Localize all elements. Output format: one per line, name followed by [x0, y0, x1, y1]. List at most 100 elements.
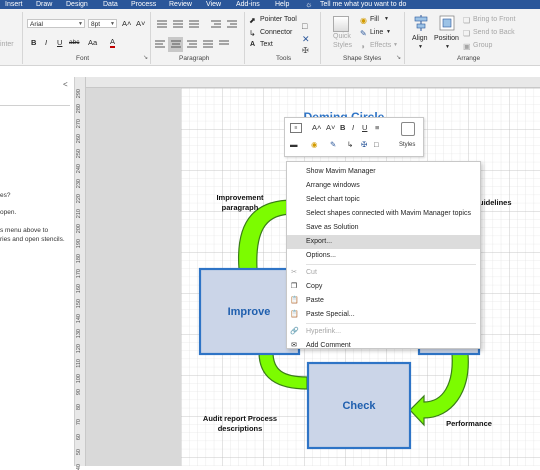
- context-menu: Show Mavim Manager Arrange windows Select …: [286, 161, 481, 349]
- connector-button[interactable]: Connector: [260, 29, 292, 36]
- ruler-number: 200: [76, 224, 82, 234]
- fill-button[interactable]: Fill: [370, 16, 379, 23]
- text-box-icon[interactable]: ≡: [290, 123, 302, 133]
- context-menu-item-add-comment[interactable]: ✉ Add Comment: [287, 339, 480, 353]
- context-menu-item-label: Select shapes connected with Mavim Manag…: [306, 210, 471, 217]
- bold-button[interactable]: B: [31, 38, 36, 47]
- context-menu-item-show-mavim-manager[interactable]: Show Mavim Manager: [287, 165, 480, 179]
- text-tool-icon: A: [250, 41, 256, 48]
- grow-font-button[interactable]: A˄: [122, 19, 131, 28]
- tab-data[interactable]: Data: [103, 0, 118, 9]
- group-button[interactable]: Group: [473, 42, 492, 49]
- paragraph-alignment-icons[interactable]: [153, 17, 241, 55]
- ribbon-tab-bar: Insert Draw Design Data Process Review V…: [0, 0, 540, 9]
- pointer-tool-button[interactable]: Pointer Tool: [260, 16, 297, 23]
- shrink-font-button[interactable]: A˅: [136, 19, 145, 28]
- line-button[interactable]: Line: [370, 29, 383, 36]
- quick-styles-label-1[interactable]: Quick: [333, 33, 351, 40]
- chevron-down-icon: ▼: [393, 42, 398, 48]
- tab-add-ins[interactable]: Add-ins: [236, 0, 260, 9]
- font-size-combo[interactable]: 8pt ▼: [88, 19, 117, 28]
- tab-draw[interactable]: Draw: [36, 0, 52, 9]
- context-menu-item-paste-special[interactable]: 📋 Paste Special...: [287, 308, 480, 322]
- group-label-arrange: Arrange: [457, 55, 481, 62]
- pane-divider: [0, 105, 70, 106]
- cut-icon: ✂: [291, 269, 297, 276]
- shape-styles-dialog-launcher-icon[interactable]: ↘: [396, 54, 401, 61]
- mini-grow-font-button[interactable]: A˄: [312, 123, 321, 132]
- ruler-number: 120: [76, 344, 82, 354]
- mini-bold-button[interactable]: B: [340, 123, 345, 132]
- paste-icon: 📋: [290, 297, 299, 304]
- tab-review[interactable]: Review: [169, 0, 192, 9]
- styles-icon[interactable]: [401, 122, 415, 136]
- align-button[interactable]: Align: [412, 35, 428, 42]
- fill-bucket-icon[interactable]: ◉: [311, 140, 318, 149]
- connection-point-icon[interactable]: ✠: [361, 140, 367, 149]
- tab-process[interactable]: Process: [131, 0, 156, 9]
- align-left-icon[interactable]: ≡: [375, 123, 379, 132]
- font-color-button[interactable]: A: [110, 38, 116, 48]
- ribbon-separator: [244, 12, 245, 64]
- effects-button[interactable]: Effects: [370, 42, 391, 49]
- context-menu-item-select-shapes-connected-with-mavim-manager-topics[interactable]: Select shapes connected with Mavim Manag…: [287, 207, 480, 221]
- context-menu-item-label: Export...: [306, 238, 333, 245]
- styles-label[interactable]: Styles: [399, 142, 415, 148]
- ruler-number: 180: [76, 254, 82, 264]
- context-menu-item-options[interactable]: Options...: [287, 249, 480, 263]
- context-menu-item-paste[interactable]: 📋 Paste: [287, 294, 480, 308]
- bring-to-front-button[interactable]: Bring to Front: [473, 16, 515, 23]
- mini-shrink-font-button[interactable]: A˅: [326, 123, 335, 132]
- context-menu-item-label: Paste Special...: [306, 311, 355, 318]
- pane-text-line: es?: [0, 192, 11, 199]
- horizontal-ruler: [75, 77, 540, 88]
- context-menu-item-arrange-windows[interactable]: Arrange windows: [287, 179, 480, 193]
- mini-italic-button[interactable]: I: [352, 123, 354, 132]
- shapes-gallery-icon[interactable]: □: [302, 21, 307, 31]
- context-menu-item-export[interactable]: Export...: [287, 235, 480, 249]
- context-menu-item-cut[interactable]: ✂ Cut: [287, 266, 480, 280]
- underline-button[interactable]: U: [57, 38, 62, 47]
- strikethrough-button[interactable]: abc: [69, 39, 79, 46]
- format-painter-icon[interactable]: ▬: [290, 140, 298, 149]
- italic-button[interactable]: I: [45, 38, 47, 47]
- ruler-number: 150: [76, 299, 82, 309]
- clipboard-format-painter-partial[interactable]: inter: [0, 41, 14, 48]
- tab-view[interactable]: View: [206, 0, 221, 9]
- pane-text-line: s menu above to: [0, 227, 49, 234]
- context-menu-item-select-chart-topic[interactable]: Select chart topic: [287, 193, 480, 207]
- context-menu-item-save-as-solution[interactable]: Save as Solution: [287, 221, 480, 235]
- tell-me-search[interactable]: Tell me what you want to do: [320, 0, 406, 9]
- tab-design[interactable]: Design: [66, 0, 88, 9]
- tab-help[interactable]: Help: [275, 0, 289, 9]
- performance-label: Performance: [446, 419, 492, 428]
- bring-to-front-icon: ❏: [463, 16, 471, 25]
- position-button[interactable]: Position: [434, 35, 459, 42]
- mini-underline-button[interactable]: U: [362, 123, 367, 132]
- group-label-font: Font: [76, 55, 90, 62]
- connection-point-icon[interactable]: ✠: [302, 46, 309, 55]
- font-name-combo[interactable]: Arial ▼: [27, 19, 85, 28]
- comment-icon: ✉: [291, 342, 297, 349]
- change-case-button[interactable]: Aa: [88, 38, 97, 47]
- quick-styles-label-2[interactable]: Styles: [333, 42, 352, 49]
- effects-icon: ◑: [360, 42, 365, 51]
- collapse-pane-icon[interactable]: <: [63, 80, 68, 89]
- chevron-down-icon: ▼: [445, 44, 450, 50]
- tab-insert[interactable]: Insert: [5, 0, 23, 9]
- ruler-number: 290: [76, 89, 82, 99]
- context-menu-item-hyperlink[interactable]: 🔗 Hyperlink...: [287, 325, 480, 339]
- connector-icon[interactable]: ↳: [347, 140, 353, 149]
- close-delete-icon[interactable]: ✕: [302, 34, 310, 45]
- font-dialog-launcher-icon[interactable]: ↘: [143, 54, 148, 61]
- send-to-back-button[interactable]: Send to Back: [473, 29, 515, 36]
- shapes-icon[interactable]: □: [374, 140, 379, 149]
- group-icon: ▣: [463, 42, 471, 51]
- line-color-icon[interactable]: ✎: [330, 140, 336, 149]
- ruler-number: 210: [76, 209, 82, 219]
- context-menu-item-label: Hyperlink...: [306, 328, 342, 335]
- text-tool-button[interactable]: Text: [260, 41, 273, 48]
- ruler-number: 110: [76, 359, 82, 368]
- context-menu-item-label: Select chart topic: [306, 196, 360, 203]
- context-menu-item-copy[interactable]: ❐ Copy: [287, 280, 480, 294]
